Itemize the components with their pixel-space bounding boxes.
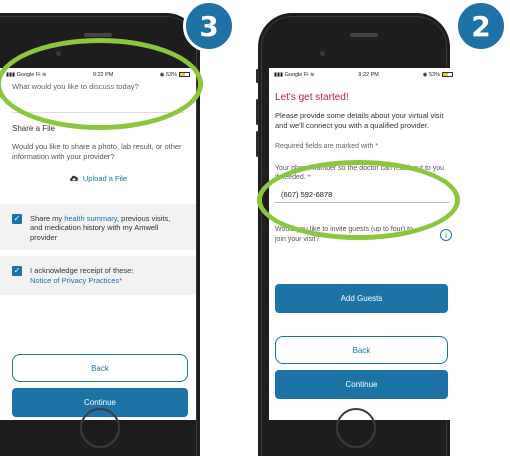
health-summary-link[interactable]: health summary	[64, 214, 117, 223]
privacy-practices-link[interactable]: Notice of Privacy Practices	[30, 276, 119, 285]
home-button	[80, 408, 120, 448]
highlight-oval-phone	[257, 160, 460, 240]
step-badge-label: 2	[471, 9, 491, 43]
continue-button[interactable]: Continue	[275, 370, 448, 399]
battery-icon	[442, 71, 453, 77]
share-file-description: Would you like to share a photo, lab res…	[12, 142, 182, 161]
speaker	[84, 33, 112, 37]
consent-health-summary[interactable]: ✓ Share my health summary, previous visi…	[0, 203, 196, 250]
back-label: Back	[352, 345, 371, 355]
checkbox-checked-icon[interactable]: ✓	[12, 213, 22, 224]
right-screen: ▮▮▮ Google Fi ≋ 9:22 PM ◉ 53% Let's get …	[269, 68, 458, 420]
back-button[interactable]: Back	[12, 354, 188, 382]
consent-2-text: I acknowledge receipt of these:	[30, 266, 134, 275]
cloud-upload-icon	[69, 176, 78, 183]
back-label: Back	[91, 363, 109, 373]
signal-icon: ▮▮▮	[274, 71, 284, 78]
continue-label: Continue	[83, 398, 117, 407]
info-icon-glyph: i	[445, 230, 447, 240]
status-bar: ▮▮▮ Google Fi ≋ 9:22 PM ◉ 53%	[269, 68, 458, 81]
step-badge-label: 3	[199, 9, 219, 43]
checkbox-checked-icon[interactable]: ✓	[12, 266, 22, 276]
carrier-label: Google Fi	[284, 71, 309, 78]
front-camera	[320, 51, 325, 56]
highlight-oval-discuss	[0, 38, 203, 130]
step-badge-3: 3	[183, 0, 235, 52]
alarm-icon: ◉	[422, 71, 428, 78]
upload-file-label: Upload a File	[82, 174, 128, 183]
consent-privacy-practices[interactable]: ✓ I acknowledge receipt of these: Notice…	[0, 256, 196, 295]
intro-text: Please provide some details about your v…	[275, 111, 444, 130]
volume-up-button	[256, 99, 259, 125]
clock: 9:22 PM	[358, 71, 379, 78]
add-guests-button[interactable]: Add Guests	[275, 284, 448, 313]
back-button[interactable]: Back	[275, 336, 448, 364]
page-title: Let's get started!	[275, 92, 349, 103]
continue-label: Continue	[345, 380, 378, 389]
info-icon[interactable]: i	[440, 229, 452, 241]
consent-1-text: Share my	[30, 213, 65, 223]
upload-file-button[interactable]: Upload a File	[0, 161, 196, 184]
required-fields-note: Required fields are marked with *	[275, 143, 379, 150]
required-marker: *	[119, 275, 123, 285]
battery-percent: 53%	[428, 71, 440, 78]
step-badge-2: 2	[455, 0, 507, 52]
wifi-icon: ≋	[310, 71, 315, 78]
speaker	[350, 33, 378, 37]
home-button	[336, 408, 376, 448]
add-guests-label: Add Guests	[340, 294, 383, 303]
volume-down-button	[256, 131, 259, 157]
mute-switch	[256, 69, 259, 83]
